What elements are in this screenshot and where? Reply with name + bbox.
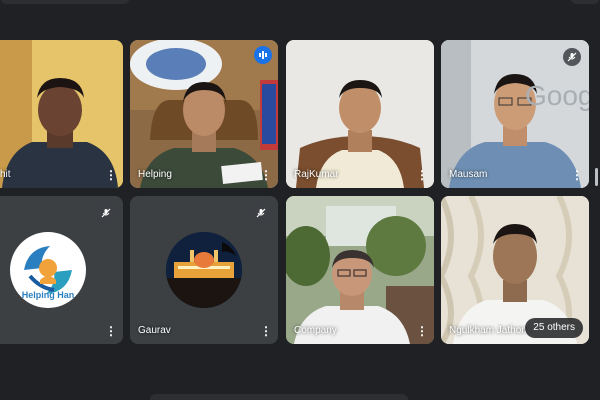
more-options-icon[interactable]: ⋮ xyxy=(260,169,272,181)
participant-tile-7[interactable]: Company ⋮ xyxy=(286,196,434,344)
mic-off-icon xyxy=(252,204,270,222)
participant-tile-1[interactable]: hit ⋮ xyxy=(0,40,123,188)
more-options-icon[interactable]: ⋮ xyxy=(571,169,583,181)
participant-video-3 xyxy=(286,40,434,188)
participant-tile-6[interactable]: Gaurav ⋮ xyxy=(130,196,278,344)
avatar: Helping Han xyxy=(10,232,86,308)
more-options-icon[interactable]: ⋮ xyxy=(105,169,117,181)
participant-name: Helping xyxy=(138,169,172,180)
participant-tile-4[interactable]: Goog Mausam ⋮ xyxy=(441,40,589,188)
bottom-control-bar xyxy=(150,394,408,400)
participant-tile-2[interactable]: Helping ⋮ xyxy=(130,40,278,188)
more-options-icon[interactable]: ⋮ xyxy=(416,325,428,337)
participant-tile-5[interactable]: Helping Han ⋮ xyxy=(0,196,123,344)
participant-video-1 xyxy=(0,40,123,188)
background-sign-text: Goog xyxy=(525,80,589,111)
participant-video-2 xyxy=(130,40,278,188)
participant-video-7 xyxy=(286,196,434,344)
mic-off-icon xyxy=(563,48,581,66)
side-panel-handle[interactable] xyxy=(595,168,598,186)
participant-name: Company xyxy=(294,325,337,336)
participant-name: hit xyxy=(0,169,11,180)
participant-name: Ngulkham Jathom xyxy=(449,325,530,336)
participant-tile-8[interactable]: Ngulkham Jathom 25 others xyxy=(441,196,589,344)
participant-name: Mausam xyxy=(449,169,488,180)
more-options-icon[interactable]: ⋮ xyxy=(105,325,117,337)
top-control-bar-right xyxy=(570,0,600,4)
mic-off-icon xyxy=(97,204,115,222)
participant-tile-3[interactable]: RajKumar ⋮ xyxy=(286,40,434,188)
more-options-icon[interactable]: ⋮ xyxy=(416,169,428,181)
others-count-chip[interactable]: 25 others xyxy=(525,318,583,338)
more-options-icon[interactable]: ⋮ xyxy=(260,325,272,337)
participant-name: RajKumar xyxy=(294,169,339,180)
avatar xyxy=(166,232,242,308)
participant-name: Gaurav xyxy=(138,325,171,336)
audio-level-icon xyxy=(254,46,272,64)
top-control-bar xyxy=(0,0,130,4)
logo-text: Helping Han xyxy=(21,290,75,300)
avatar-photo xyxy=(166,232,242,308)
